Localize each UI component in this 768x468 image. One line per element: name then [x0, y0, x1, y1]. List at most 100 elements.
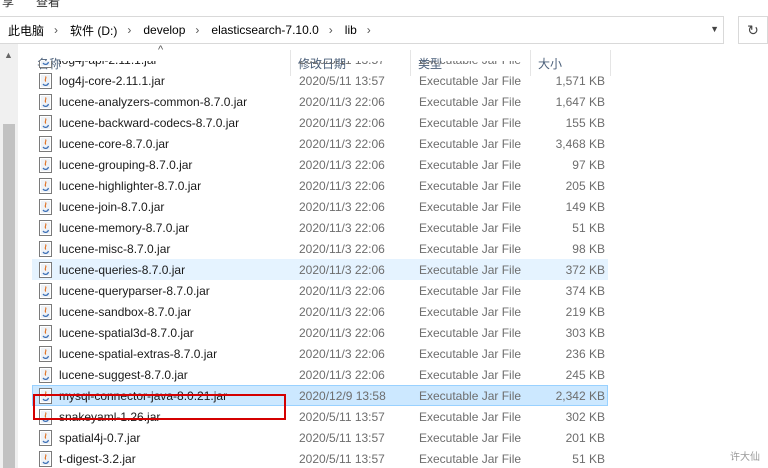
file-date: 2020/11/3 22:06: [299, 242, 385, 256]
file-row[interactable]: mysql-connector-java-8.0.21.jar 2020/12/9…: [32, 385, 608, 406]
file-type: Executable Jar File: [419, 389, 522, 403]
file-size: 51 KB: [572, 221, 605, 235]
file-size: 149 KB: [565, 200, 605, 214]
file-date: 2020/11/3 22:06: [299, 200, 385, 214]
ribbon-menu-left[interactable]: 享: [2, 0, 14, 10]
jar-file-icon: [39, 178, 52, 194]
file-row[interactable]: t-digest-3.2.jar 2020/5/11 13:57 Executabl…: [32, 448, 608, 468]
file-name: lucene-highlighter-8.7.0.jar: [59, 179, 202, 193]
file-date: 2020/11/3 22:06: [299, 137, 385, 151]
jar-file-icon: [39, 157, 52, 173]
file-row[interactable]: lucene-suggest-8.7.0.jar 2020/11/3 22:06 E…: [32, 364, 608, 385]
watermark: 许大仙: [730, 452, 760, 463]
scrollbar-thumb[interactable]: [3, 124, 15, 468]
file-date: 2020/11/3 22:06: [299, 116, 385, 130]
file-row[interactable]: lucene-memory-8.7.0.jar 2020/11/3 22:06 Ex…: [32, 217, 608, 238]
file-type: Executable Jar File: [419, 158, 522, 172]
file-date: 2020/11/3 22:06: [299, 347, 385, 361]
column-divider[interactable]: [610, 50, 611, 76]
jar-file-icon: [39, 325, 52, 341]
file-type: Executable Jar File: [419, 137, 522, 151]
file-name: snakeyaml-1.26.jar: [59, 410, 161, 424]
jar-file-icon: [39, 367, 52, 383]
file-type: Executable Jar File: [419, 347, 522, 361]
file-type: Executable Jar File: [419, 368, 522, 382]
file-date: 2020/11/3 22:06: [299, 284, 385, 298]
chevron-right-icon[interactable]: ›: [325, 23, 337, 37]
chevron-right-icon[interactable]: ›: [50, 23, 62, 37]
breadcrumb-lib[interactable]: lib ›: [337, 23, 375, 37]
file-date: 2020/5/11 13:57: [299, 452, 385, 466]
chevron-down-icon[interactable]: ▼: [710, 24, 719, 34]
file-name: t-digest-3.2.jar: [59, 452, 136, 466]
file-size: 3,468 KB: [555, 137, 605, 151]
file-date: 2020/11/3 22:06: [299, 368, 385, 382]
file-date: 2020/11/3 22:06: [299, 305, 385, 319]
file-row[interactable]: lucene-spatial-extras-8.7.0.jar 2020/11/3…: [32, 343, 608, 364]
file-type: Executable Jar File: [419, 452, 522, 466]
file-type: Executable Jar File: [419, 410, 522, 424]
file-row[interactable]: log4j-core-2.11.1.jar 2020/5/11 13:57 Exec…: [32, 70, 608, 91]
jar-file-icon: [39, 388, 52, 404]
jar-file-icon: [39, 346, 52, 362]
file-type: Executable Jar File: [419, 95, 522, 109]
file-row[interactable]: lucene-sandbox-8.7.0.jar 2020/11/3 22:06 E…: [32, 301, 608, 322]
file-date: 2020/11/3 22:06: [299, 326, 385, 340]
file-row[interactable]: snakeyaml-1.26.jar 2020/5/11 13:57 Executa…: [32, 406, 608, 427]
chevron-right-icon[interactable]: ›: [363, 23, 375, 37]
chevron-right-icon[interactable]: ›: [123, 23, 135, 37]
file-row[interactable]: lucene-misc-8.7.0.jar 2020/11/3 22:06 Exec…: [32, 238, 608, 259]
file-row[interactable]: lucene-queryparser-8.7.0.jar 2020/11/3 22…: [32, 280, 608, 301]
file-name: lucene-misc-8.7.0.jar: [59, 242, 171, 256]
file-size: 219 KB: [565, 305, 605, 319]
chevron-right-icon[interactable]: ›: [191, 23, 203, 37]
breadcrumb-elasticsearch[interactable]: elasticsearch-7.10.0 ›: [203, 23, 336, 37]
file-row[interactable]: lucene-backward-codecs-8.7.0.jar 2020/11/…: [32, 112, 608, 133]
file-name: mysql-connector-java-8.0.21.jar: [59, 389, 228, 403]
file-name: lucene-suggest-8.7.0.jar: [59, 368, 188, 382]
jar-file-icon: [39, 304, 52, 320]
file-date: 2020/5/11 13:57: [299, 61, 385, 67]
file-size: 2,342 KB: [555, 389, 605, 403]
breadcrumb-develop[interactable]: develop ›: [135, 23, 203, 37]
file-type: Executable Jar File: [419, 221, 522, 235]
file-row[interactable]: lucene-analyzers-common-8.7.0.jar 2020/11…: [32, 91, 608, 112]
file-date: 2020/11/3 22:06: [299, 95, 385, 109]
file-row[interactable]: lucene-core-8.7.0.jar 2020/11/3 22:06 Exec…: [32, 133, 608, 154]
file-size: 374 KB: [565, 284, 605, 298]
file-date: 2020/5/11 13:57: [299, 74, 385, 88]
file-name: lucene-memory-8.7.0.jar: [59, 221, 190, 235]
file-size: 302 KB: [565, 410, 605, 424]
file-size: 201 KB: [565, 431, 605, 445]
file-type: Executable Jar File: [419, 61, 521, 67]
file-type: Executable Jar File: [419, 200, 522, 214]
vertical-scrollbar[interactable]: ▲: [0, 44, 18, 468]
file-type: Executable Jar File: [419, 74, 522, 88]
jar-file-icon: [39, 136, 52, 152]
jar-file-icon: [39, 430, 52, 446]
scroll-up-icon[interactable]: ▲: [4, 50, 13, 60]
jar-file-icon: [39, 451, 52, 467]
breadcrumb-this-pc[interactable]: 此电脑 ›: [0, 22, 62, 39]
file-name: log4j-api-2.11.1.jar: [59, 61, 158, 67]
file-row[interactable]: lucene-join-8.7.0.jar 2020/11/3 22:06 Exec…: [32, 196, 608, 217]
file-type: Executable Jar File: [419, 431, 522, 445]
file-row[interactable]: lucene-spatial3d-8.7.0.jar 2020/11/3 22:0…: [32, 322, 608, 343]
breadcrumb-drive-d[interactable]: 软件 (D:) ›: [62, 22, 135, 39]
refresh-button[interactable]: ↻: [738, 16, 768, 44]
file-name: spatial4j-0.7.jar: [59, 431, 141, 445]
address-bar[interactable]: 此电脑 › 软件 (D:) › develop › elasticsearch-7.1…: [0, 16, 724, 44]
jar-file-icon: [39, 94, 52, 110]
file-type: Executable Jar File: [419, 242, 522, 256]
file-date: 2020/12/9 13:58: [299, 389, 386, 403]
file-row[interactable]: spatial4j-0.7.jar 2020/5/11 13:57 Executab…: [32, 427, 608, 448]
file-type: Executable Jar File: [419, 116, 522, 130]
file-type: Executable Jar File: [419, 326, 522, 340]
file-row[interactable]: log4j-api-2.11.1.jar 2020/5/11 13:57 Execu…: [32, 61, 608, 70]
file-row[interactable]: lucene-queries-8.7.0.jar 2020/11/3 22:06 E…: [32, 259, 608, 280]
file-size: 372 KB: [565, 263, 605, 277]
file-row[interactable]: lucene-highlighter-8.7.0.jar 2020/11/3 22…: [32, 175, 608, 196]
file-name: lucene-grouping-8.7.0.jar: [59, 158, 193, 172]
file-row[interactable]: lucene-grouping-8.7.0.jar 2020/11/3 22:06…: [32, 154, 608, 175]
ribbon-menu-view[interactable]: 查看: [36, 0, 60, 10]
